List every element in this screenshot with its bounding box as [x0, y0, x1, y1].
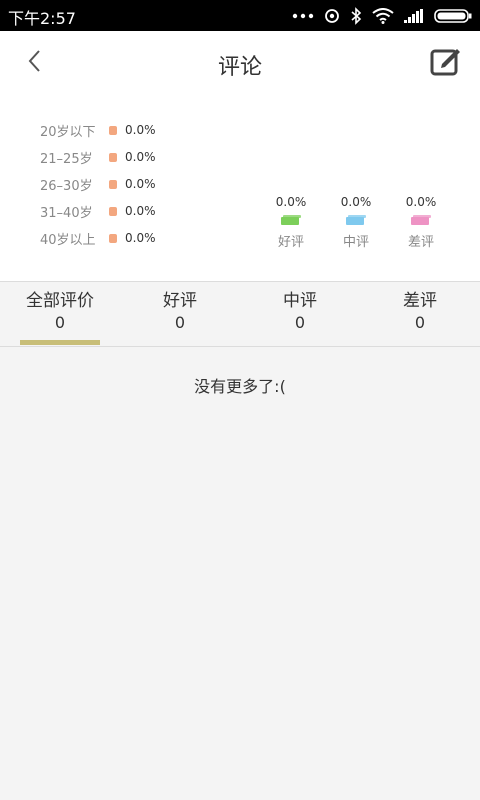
tab-count: 0 — [294, 313, 306, 332]
rating-value: 0.0% — [340, 195, 372, 209]
age-value: 0.0% — [125, 177, 156, 191]
age-value: 0.0% — [125, 150, 156, 164]
battery-icon — [434, 9, 472, 23]
age-label: 26–30岁 — [40, 178, 93, 194]
status-icons — [292, 6, 472, 26]
age-dot — [109, 179, 117, 189]
age-stat-row: 26–30岁 0.0% — [40, 174, 156, 194]
wifi-icon — [372, 8, 394, 24]
rating-value: 0.0% — [275, 195, 307, 209]
cell-signal-icon — [404, 9, 424, 23]
rating-stat-bad: 0.0% 差评 — [396, 195, 446, 250]
active-tab-indicator — [20, 340, 100, 345]
age-value: 0.0% — [125, 231, 156, 245]
age-dot — [109, 125, 117, 135]
more-icon — [292, 13, 314, 19]
status-time: 下午2:57 — [8, 9, 76, 28]
age-label: 31–40岁 — [40, 205, 93, 221]
status-bar: 下午2:57 — [0, 0, 480, 31]
age-dot — [109, 233, 117, 243]
rating-block — [411, 215, 431, 225]
tab-label: 中评 — [283, 291, 317, 311]
rating-label: 中评 — [342, 235, 369, 250]
rating-value: 0.0% — [405, 195, 437, 209]
signal-circle-icon — [324, 8, 340, 24]
tab-all-reviews[interactable]: 全部评价 0 — [0, 282, 120, 346]
tab-count: 0 — [54, 313, 66, 332]
age-label: 21–25岁 — [40, 151, 93, 167]
rating-label: 差评 — [407, 235, 434, 250]
tab-label: 差评 — [403, 291, 437, 311]
rating-block — [281, 215, 301, 225]
age-stat-row: 20岁以下 0.0% — [40, 120, 156, 140]
stats-panel: 20岁以下 0.0% 21–25岁 0.0% 26–30岁 0.0% 31–40… — [0, 95, 480, 282]
tab-count: 0 — [174, 313, 186, 332]
rating-stat-neutral: 0.0% 中评 — [331, 195, 381, 250]
page-title: 评论 — [217, 55, 262, 80]
age-dot — [109, 206, 117, 216]
empty-list-message: 没有更多了:( — [194, 377, 286, 396]
tab-label: 全部评价 — [26, 291, 94, 311]
age-stat-row: 21–25岁 0.0% — [40, 147, 156, 167]
app-header: 评论 — [0, 31, 480, 95]
tab-count: 0 — [414, 313, 426, 332]
age-stat-row: 40岁以上 0.0% — [40, 228, 156, 248]
age-label: 20岁以下 — [40, 124, 96, 140]
tab-label: 好评 — [163, 291, 197, 311]
compose-icon — [430, 46, 462, 80]
rating-stat-good: 0.0% 好评 — [266, 195, 316, 250]
bluetooth-icon — [350, 7, 362, 25]
age-label: 40岁以上 — [40, 232, 96, 248]
rating-block — [346, 215, 366, 225]
review-tabs: 全部评价 0 好评 0 中评 0 差评 0 — [0, 282, 480, 347]
tab-bad-reviews[interactable]: 差评 0 — [360, 282, 480, 346]
compose-button[interactable] — [428, 45, 464, 81]
tab-good-reviews[interactable]: 好评 0 — [120, 282, 240, 346]
tab-neutral-reviews[interactable]: 中评 0 — [240, 282, 360, 346]
age-dot — [109, 152, 117, 162]
rating-label: 好评 — [277, 235, 304, 250]
age-value: 0.0% — [125, 123, 156, 137]
age-stat-row: 31–40岁 0.0% — [40, 201, 156, 221]
age-value: 0.0% — [125, 204, 156, 218]
